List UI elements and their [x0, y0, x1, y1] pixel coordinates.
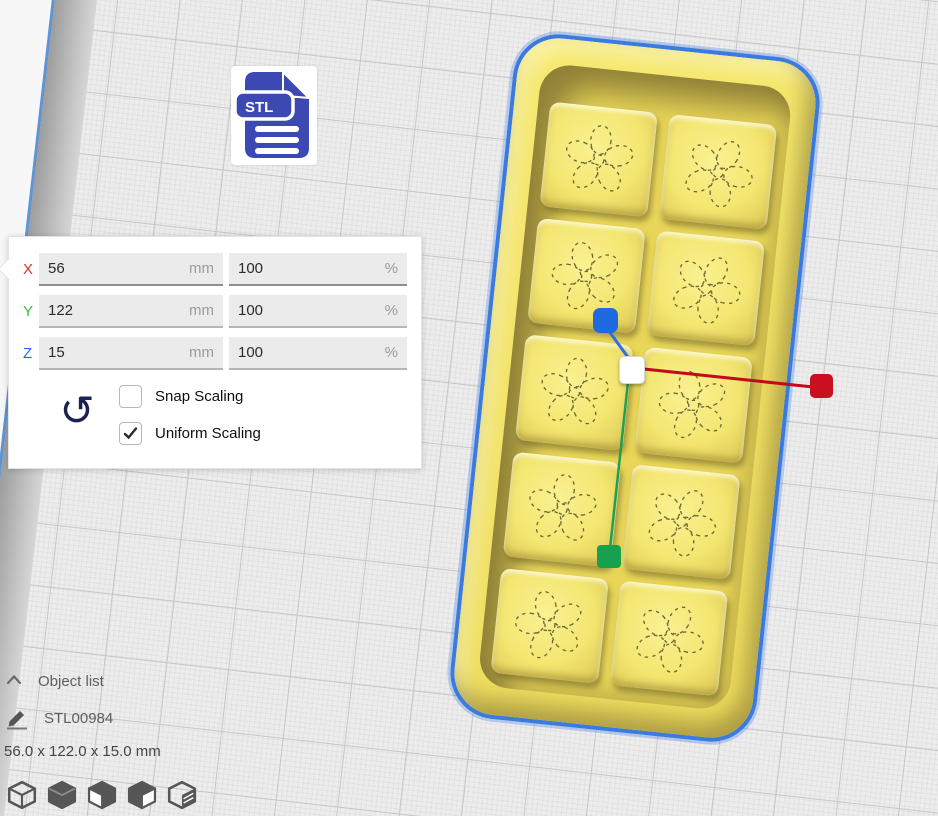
mold-cell: [647, 231, 765, 347]
model-dimensions-label: 56.0 x 122.0 x 15.0 mm: [4, 743, 161, 760]
scale-x-percent-input[interactable]: [229, 253, 407, 286]
scale-z-percent-input[interactable]: [229, 337, 407, 370]
mold-cell: [659, 114, 777, 230]
axis-x-label: X: [23, 261, 33, 278]
mold-cell: [622, 464, 740, 580]
3d-viewport[interactable]: STL X mm % Y mm % Z mm % ↺: [0, 0, 938, 816]
scale-y-percent-input[interactable]: [229, 295, 407, 328]
stl-file-icon: STL: [231, 66, 317, 165]
view-front-icon[interactable]: [86, 779, 118, 811]
view-left-icon[interactable]: [126, 779, 158, 811]
uniform-scaling-label: Uniform Scaling: [155, 425, 261, 442]
mold-cell: [515, 335, 633, 451]
scale-y-mm-input[interactable]: [39, 295, 223, 328]
scale-handle-center[interactable]: [619, 356, 645, 384]
snap-scaling-label: Snap Scaling: [155, 388, 243, 405]
scale-handle-x[interactable]: [810, 374, 833, 398]
scale-row-x: X mm %: [21, 253, 417, 286]
scale-handle-z[interactable]: [593, 308, 618, 333]
view-3d-icon[interactable]: [6, 779, 38, 811]
reset-scale-icon[interactable]: ↺: [53, 385, 101, 437]
uniform-scaling-checkbox[interactable]: [119, 422, 142, 445]
checkmark-icon: [123, 427, 138, 440]
object-list-item[interactable]: STL00984: [44, 710, 113, 727]
tray-recess: [477, 63, 793, 712]
panel-notch: [0, 258, 20, 281]
axis-y-label: Y: [23, 303, 33, 320]
stl-badge-label: STL: [245, 99, 273, 116]
mold-cell: [634, 347, 752, 463]
snap-scaling-checkbox[interactable]: [119, 385, 142, 408]
object-list-collapse-button[interactable]: [6, 673, 22, 691]
view-right-icon[interactable]: [166, 779, 198, 811]
scale-row-y: Y mm %: [21, 295, 417, 328]
view-solid-icon[interactable]: [46, 779, 78, 811]
edit-pencil-icon: [5, 706, 29, 735]
mold-cell: [527, 218, 645, 334]
scale-z-mm-input[interactable]: [39, 337, 223, 370]
chevron-up-icon: [6, 674, 22, 686]
mold-cell: [490, 568, 608, 684]
mold-cell: [610, 580, 728, 696]
scale-x-mm-input[interactable]: [39, 253, 223, 286]
scale-tool-panel: X mm % Y mm % Z mm % ↺ Snap Scaling Unif…: [8, 236, 422, 469]
scale-row-z: Z mm %: [21, 337, 417, 370]
object-list-title[interactable]: Object list: [38, 673, 104, 690]
mold-cell: [539, 102, 657, 218]
camera-view-toolbar: [6, 779, 198, 811]
scale-handle-y[interactable]: [597, 545, 621, 568]
axis-z-label: Z: [23, 345, 32, 362]
